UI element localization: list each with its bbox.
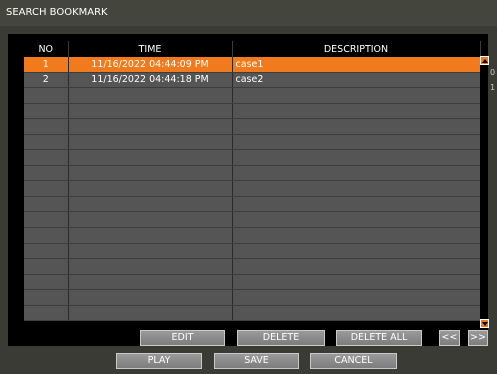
cell-time[interactable]: 11/16/2022 04:44:09 PM xyxy=(68,57,233,73)
cell-time[interactable]: 11/16/2022 04:44:18 PM xyxy=(68,72,233,89)
empty-table-row[interactable] xyxy=(24,134,481,151)
empty-cell[interactable] xyxy=(68,103,233,120)
next-page-button[interactable]: >> xyxy=(468,330,488,346)
empty-cell[interactable] xyxy=(68,274,233,291)
empty-cell[interactable] xyxy=(68,196,233,213)
empty-table-row[interactable] xyxy=(24,289,481,306)
empty-cell[interactable] xyxy=(232,289,481,306)
empty-table-row[interactable] xyxy=(24,149,481,166)
empty-cell[interactable] xyxy=(68,289,233,306)
empty-cell[interactable] xyxy=(24,305,69,322)
empty-cell[interactable] xyxy=(24,258,69,275)
empty-cell[interactable] xyxy=(232,227,481,244)
empty-cell[interactable] xyxy=(24,103,69,120)
empty-table-row[interactable] xyxy=(24,165,481,182)
empty-table-row[interactable] xyxy=(24,258,481,275)
search-bookmark-window: SEARCH BOOKMARK NO TIME DESCRIPTION 1 11/… xyxy=(0,0,497,374)
empty-table-row[interactable] xyxy=(24,180,481,197)
scroll-down-button[interactable] xyxy=(480,319,489,328)
empty-cell[interactable] xyxy=(232,196,481,213)
cell-description[interactable]: case1 xyxy=(232,57,481,73)
side-mark: 1 xyxy=(490,83,496,92)
empty-cell[interactable] xyxy=(232,211,481,229)
empty-cell[interactable] xyxy=(68,165,233,182)
empty-cell[interactable] xyxy=(24,149,69,166)
empty-cell[interactable] xyxy=(68,305,233,322)
table-row[interactable]: 1 11/16/2022 04:44:09 PM case1 xyxy=(24,57,481,73)
empty-cell[interactable] xyxy=(232,87,481,104)
cell-no[interactable]: 1 xyxy=(24,57,69,73)
empty-cell[interactable] xyxy=(24,180,69,197)
empty-table-row[interactable] xyxy=(24,118,481,135)
empty-cell[interactable] xyxy=(68,243,233,260)
empty-table-row[interactable] xyxy=(24,211,481,229)
column-header-description[interactable]: DESCRIPTION xyxy=(232,41,481,57)
empty-cell[interactable] xyxy=(24,118,69,135)
empty-cell[interactable] xyxy=(24,274,69,291)
table-row[interactable]: 2 11/16/2022 04:44:18 PM case2 xyxy=(24,72,481,89)
bookmark-table: NO TIME DESCRIPTION 1 11/16/2022 04:44:09… xyxy=(24,41,481,322)
empty-table-row[interactable] xyxy=(24,243,481,260)
column-header-time[interactable]: TIME xyxy=(68,41,233,57)
empty-table-row[interactable] xyxy=(24,103,481,120)
empty-cell[interactable] xyxy=(68,118,233,135)
empty-cell[interactable] xyxy=(232,305,481,322)
scrollbar[interactable] xyxy=(480,56,489,328)
empty-cell[interactable] xyxy=(24,211,69,229)
prev-page-button[interactable]: << xyxy=(439,330,460,346)
empty-cell[interactable] xyxy=(68,149,233,166)
empty-cell[interactable] xyxy=(68,87,233,104)
delete-button[interactable]: DELETE xyxy=(237,330,325,346)
empty-cell[interactable] xyxy=(68,180,233,197)
empty-cell[interactable] xyxy=(24,227,69,244)
empty-cell[interactable] xyxy=(24,165,69,182)
table-header-row: NO TIME DESCRIPTION xyxy=(24,41,481,57)
empty-cell[interactable] xyxy=(24,87,69,104)
scroll-up-button[interactable] xyxy=(480,56,489,65)
empty-cell[interactable] xyxy=(232,274,481,291)
arrow-down-icon xyxy=(482,322,488,326)
side-mark: 0 xyxy=(490,68,496,77)
empty-cell[interactable] xyxy=(232,134,481,151)
column-header-no[interactable]: NO xyxy=(24,41,69,57)
empty-table-row[interactable] xyxy=(24,227,481,244)
empty-cell[interactable] xyxy=(68,211,233,229)
cell-description[interactable]: case2 xyxy=(232,72,481,89)
cell-no[interactable]: 2 xyxy=(24,72,69,89)
edit-button[interactable]: EDIT xyxy=(140,330,225,346)
side-marks: 0 1 xyxy=(490,65,497,95)
empty-table-row[interactable] xyxy=(24,196,481,213)
delete-all-button[interactable]: DELETE ALL xyxy=(336,330,422,346)
window-title: SEARCH BOOKMARK xyxy=(0,0,497,26)
empty-table-row[interactable] xyxy=(24,87,481,104)
cancel-button[interactable]: CANCEL xyxy=(310,353,397,369)
empty-table-row[interactable] xyxy=(24,274,481,291)
play-button[interactable]: PLAY xyxy=(116,353,202,369)
empty-cell[interactable] xyxy=(232,180,481,197)
arrow-up-icon xyxy=(482,59,488,63)
empty-cell[interactable] xyxy=(68,134,233,151)
empty-cell[interactable] xyxy=(232,165,481,182)
empty-cell[interactable] xyxy=(24,134,69,151)
empty-cell[interactable] xyxy=(232,243,481,260)
empty-cell[interactable] xyxy=(232,103,481,120)
bookmark-panel: NO TIME DESCRIPTION 1 11/16/2022 04:44:09… xyxy=(8,34,489,346)
save-button[interactable]: SAVE xyxy=(214,353,299,369)
empty-cell[interactable] xyxy=(24,289,69,306)
empty-cell[interactable] xyxy=(232,258,481,275)
empty-cell[interactable] xyxy=(68,258,233,275)
empty-cell[interactable] xyxy=(68,227,233,244)
empty-cell[interactable] xyxy=(232,118,481,135)
empty-cell[interactable] xyxy=(24,196,69,213)
empty-table-row[interactable] xyxy=(24,305,481,322)
empty-cell[interactable] xyxy=(232,149,481,166)
empty-cell[interactable] xyxy=(24,243,69,260)
